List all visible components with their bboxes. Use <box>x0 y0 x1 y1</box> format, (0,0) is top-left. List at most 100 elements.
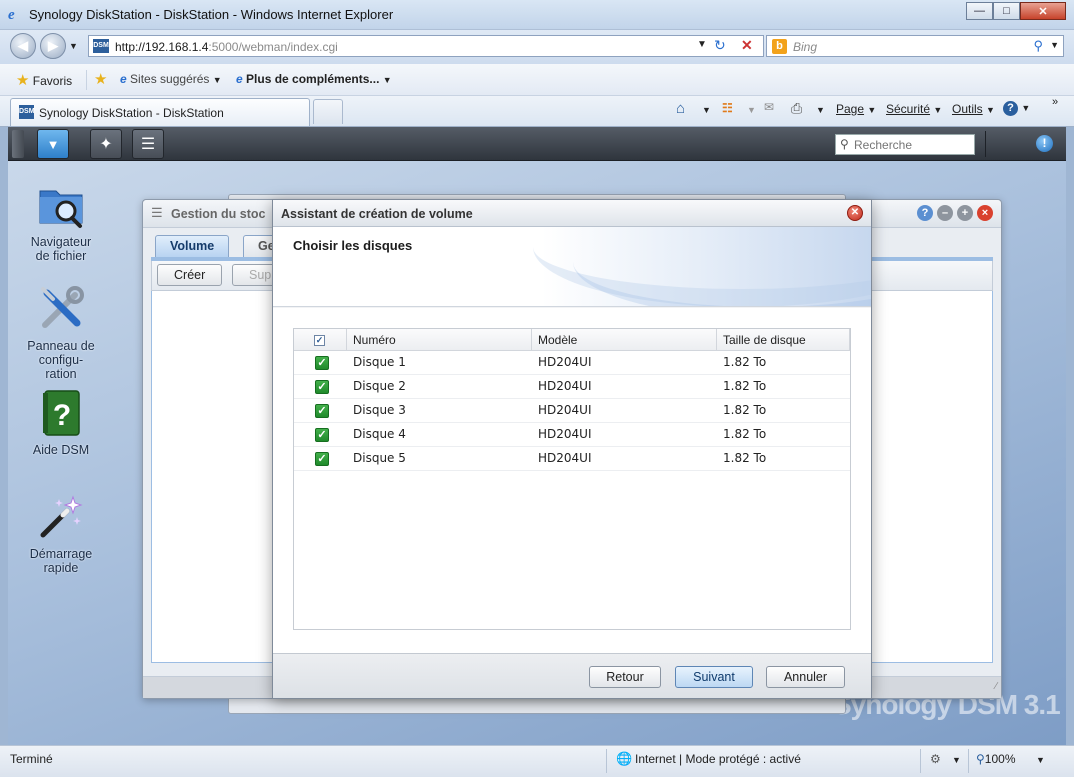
resize-grip-icon[interactable]: ∕ <box>995 681 997 692</box>
desktop-icon-quick-start[interactable]: Démarrage rapide <box>11 493 111 575</box>
desktop-icon-dsm-help[interactable]: ? Aide DSM <box>11 389 111 457</box>
site-favicon-icon: DSM <box>93 39 109 53</box>
page-menu[interactable]: Page ▼ <box>836 102 876 116</box>
minimize-button[interactable]: — <box>966 2 993 20</box>
column-size[interactable]: Taille de disque <box>717 329 850 351</box>
chevron-more-icon[interactable]: » <box>1052 96 1058 108</box>
zoom-dropdown-icon[interactable]: ▼ <box>1036 755 1045 765</box>
add-favorite-icon[interactable]: ★ <box>94 70 107 88</box>
favorites-button[interactable]: ★ Favoris <box>16 71 72 89</box>
dsm-search-input[interactable] <box>854 137 972 153</box>
popup-blocker-icon[interactable]: ⚙ <box>930 752 941 766</box>
suggested-sites-link[interactable]: e Sites suggérés ▼ <box>120 72 222 86</box>
stop-icon[interactable]: ✕ <box>741 37 753 54</box>
minimize-icon[interactable]: – <box>937 205 953 221</box>
back-arrow-icon: ◀ <box>18 38 28 53</box>
zoom-control[interactable]: ⚲100% <box>976 752 1016 766</box>
tab-title: Synology DiskStation - DiskStation <box>39 106 224 120</box>
dsm-search-box[interactable]: ⚲ <box>835 134 975 155</box>
table-row[interactable]: ✓ Disque 1 HD204UI 1.82 To <box>294 351 850 375</box>
disk-checkbox[interactable]: ✓ <box>315 404 329 418</box>
search-icon: ⚲ <box>840 137 849 151</box>
magic-wand-icon <box>37 493 85 541</box>
notification-icon[interactable]: ! <box>1036 135 1053 152</box>
disk-checkbox[interactable]: ✓ <box>315 356 329 370</box>
maximize-icon[interactable]: + <box>957 205 973 221</box>
home-dropdown-icon[interactable]: ▼ <box>702 105 711 115</box>
window-controls: — □ ✕ <box>966 2 1066 20</box>
column-number[interactable]: Numéro <box>347 329 532 351</box>
search-box[interactable]: b Bing ⚲ ▼ <box>766 35 1064 57</box>
create-button[interactable]: Créer <box>157 264 223 286</box>
storage-icon: ☰ <box>140 136 156 153</box>
tab-diskstation[interactable]: DSM Synology DiskStation - DiskStation <box>10 98 310 126</box>
select-all-checkbox[interactable]: ✓ <box>314 335 325 346</box>
disk-grid-header: ✓ Numéro Modèle Taille de disque <box>294 329 850 351</box>
cancel-button[interactable]: Annuler <box>766 666 845 688</box>
favorites-bar: ★ Favoris ★ e Sites suggérés ▼ e Plus de… <box>0 64 1074 96</box>
column-model[interactable]: Modèle <box>532 329 717 351</box>
wizard-content: ✓ Numéro Modèle Taille de disque ✓ Disqu… <box>273 308 871 653</box>
wizard-header[interactable]: Assistant de création de volume ✕ <box>273 200 871 227</box>
maximize-button[interactable]: □ <box>993 2 1020 20</box>
divider <box>86 70 87 90</box>
close-button[interactable]: ✕ <box>1020 2 1066 20</box>
table-row[interactable]: ✓ Disque 3 HD204UI 1.82 To <box>294 399 850 423</box>
disk-checkbox[interactable]: ✓ <box>315 452 329 466</box>
main-menu-button[interactable]: ▼ <box>37 129 69 159</box>
bing-logo-icon: b <box>772 39 787 54</box>
taskbar-grip[interactable] <box>12 130 24 158</box>
feeds-dropdown-icon[interactable]: ▼ <box>747 105 756 115</box>
storage-window-controls: ? – + × <box>917 205 993 221</box>
new-tab-button[interactable] <box>313 99 343 124</box>
close-icon[interactable]: × <box>977 205 993 221</box>
desktop-icon-control-panel[interactable]: Panneau de configu-ration <box>11 285 111 381</box>
table-row[interactable]: ✓ Disque 4 HD204UI 1.82 To <box>294 423 850 447</box>
divider <box>985 131 986 157</box>
back-button[interactable]: Retour <box>589 666 661 688</box>
dsm-desktop: Navigateur de fichier Panneau de configu-r… <box>8 161 1066 745</box>
popup-dropdown-icon[interactable]: ▼ <box>952 755 961 765</box>
more-addons-link[interactable]: e Plus de compléments... ▼ <box>236 72 392 86</box>
storage-manager-taskbar-button[interactable]: ☰ <box>132 129 164 159</box>
address-dropdown-icon[interactable]: ▼ <box>697 39 707 50</box>
table-row[interactable]: ✓ Disque 5 HD204UI 1.82 To <box>294 447 850 471</box>
table-row[interactable]: ✓ Disque 2 HD204UI 1.82 To <box>294 375 850 399</box>
back-button[interactable]: ◀ <box>10 33 36 59</box>
wizard-title: Assistant de création de volume <box>281 207 473 221</box>
disk-grid: ✓ Numéro Modèle Taille de disque ✓ Disqu… <box>293 328 851 630</box>
svg-text:?: ? <box>53 399 71 432</box>
tools-menu[interactable]: Outils ▼ <box>952 102 995 116</box>
status-bar: Terminé 🌐 Internet | Mode protégé : acti… <box>0 745 1074 777</box>
desktop-icon-file-browser[interactable]: Navigateur de fichier <box>11 181 111 263</box>
search-dropdown-icon[interactable]: ▼ <box>1050 40 1059 50</box>
help-icon[interactable]: ? <box>917 205 933 221</box>
print-dropdown-icon[interactable]: ▼ <box>816 105 825 115</box>
navigation-bar: ◀ ▶ ▼ DSM http://192.168.1.4:5000/webman… <box>0 30 1074 64</box>
home-icon[interactable]: ⌂ <box>676 100 685 117</box>
tab-volume[interactable]: Volume <box>155 235 230 257</box>
disk-checkbox[interactable]: ✓ <box>315 428 329 442</box>
window-title: Synology DiskStation - DiskStation - Win… <box>29 7 394 22</box>
status-text: Terminé <box>10 752 53 766</box>
refresh-icon[interactable]: ↻ <box>714 37 726 54</box>
address-bar[interactable]: DSM http://192.168.1.4:5000/webman/index… <box>88 35 764 57</box>
forward-arrow-icon: ▶ <box>48 38 58 53</box>
security-zone[interactable]: Internet | Mode protégé : activé <box>635 752 801 766</box>
zoom-icon: ⚲ <box>976 752 985 766</box>
tab-bar: DSM Synology DiskStation - DiskStation ⌂… <box>0 96 1074 127</box>
disk-checkbox[interactable]: ✓ <box>315 380 329 394</box>
help-menu[interactable]: ? ▼ <box>1003 100 1030 116</box>
feeds-icon[interactable]: ☷ <box>722 101 733 115</box>
forward-button[interactable]: ▶ <box>40 33 66 59</box>
mail-icon[interactable]: ✉ <box>764 100 774 114</box>
print-icon[interactable]: ⎙ <box>791 100 802 117</box>
tab-favicon-icon: DSM <box>19 105 35 119</box>
ie-page-icon: e <box>236 72 243 86</box>
next-button[interactable]: Suivant <box>675 666 753 688</box>
search-icon[interactable]: ⚲ <box>1033 38 1043 54</box>
security-menu[interactable]: Sécurité ▼ <box>886 102 942 116</box>
history-dropdown-icon[interactable]: ▼ <box>69 41 78 51</box>
quick-start-taskbar-button[interactable]: ✦ <box>90 129 122 159</box>
wizard-close-icon[interactable]: ✕ <box>847 205 863 221</box>
